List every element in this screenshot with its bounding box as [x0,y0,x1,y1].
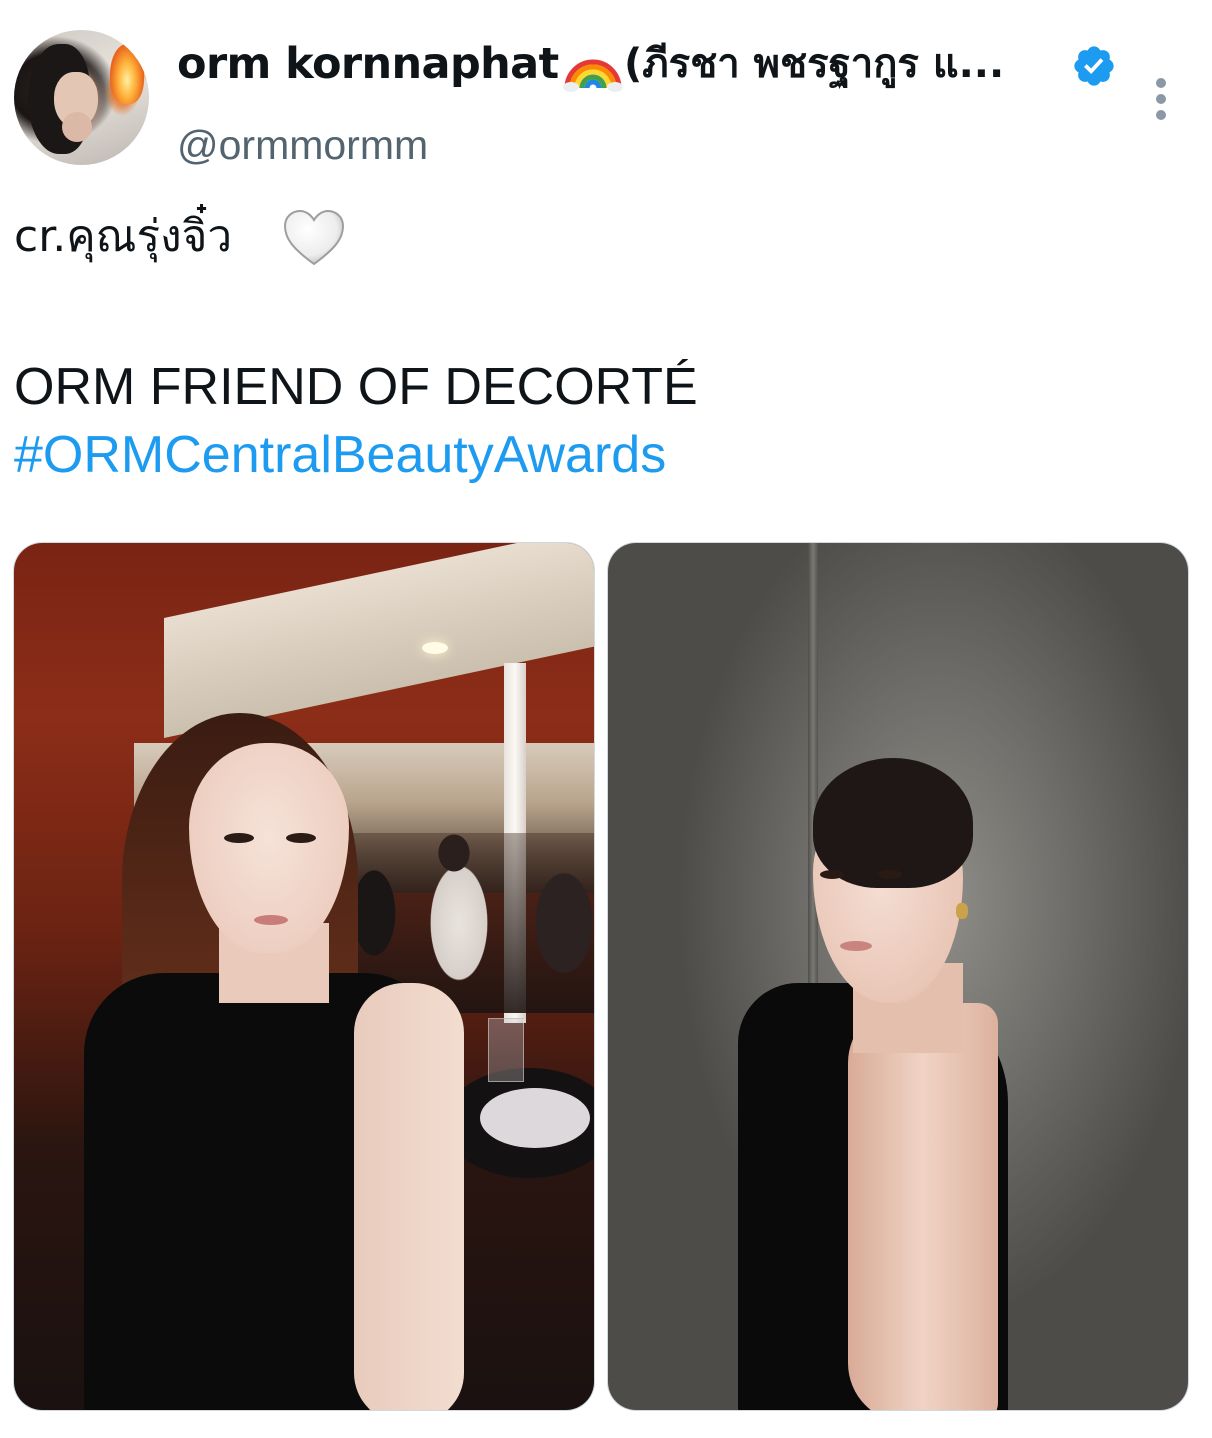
photo-subject-eye [878,870,902,879]
more-vertical-icon [1156,78,1166,88]
tweet-photo-1[interactable] [14,543,594,1410]
photo-subject-eye [224,833,254,843]
tweet-photo-2[interactable] [608,543,1188,1410]
photo-subject-lips [840,941,872,951]
more-vertical-icon-dot [1156,94,1166,104]
tweet-text-title: ORM FRIEND OF DECORTÉ [14,358,698,416]
avatar-fire-decoration [110,44,144,104]
white-heart-icon [283,209,345,266]
tweet-text-credit: cr.คุณรุ่งจิ๋ว [14,211,233,262]
more-options-button[interactable] [1140,72,1182,126]
author-display-name-thai[interactable]: (ภีรชา พชรฐากูร แ... [624,36,1004,92]
more-vertical-icon-dot [1156,110,1166,120]
avatar-hand [62,112,92,142]
photo-glass [488,1018,524,1082]
rainbow-icon [563,59,623,92]
verified-badge-icon [1074,46,1114,86]
photo-subject-eye [286,833,316,843]
author-handle[interactable]: @ormmormm [177,120,428,170]
author-avatar[interactable] [14,30,149,165]
photo-subject-eye [820,870,844,879]
hashtag-link[interactable]: #ORMCentralBeautyAwards [14,424,666,486]
photo-subject-back [848,1003,998,1410]
photo-table-card [480,1088,590,1148]
photo-subject-lips [254,915,288,925]
photo-subject-hair [813,758,973,888]
author-display-name[interactable]: orm kornnaphat [177,36,559,92]
photo-subject-arm [354,983,464,1410]
photo-ceiling-light [422,642,448,654]
photo-subject-earring [956,903,968,919]
